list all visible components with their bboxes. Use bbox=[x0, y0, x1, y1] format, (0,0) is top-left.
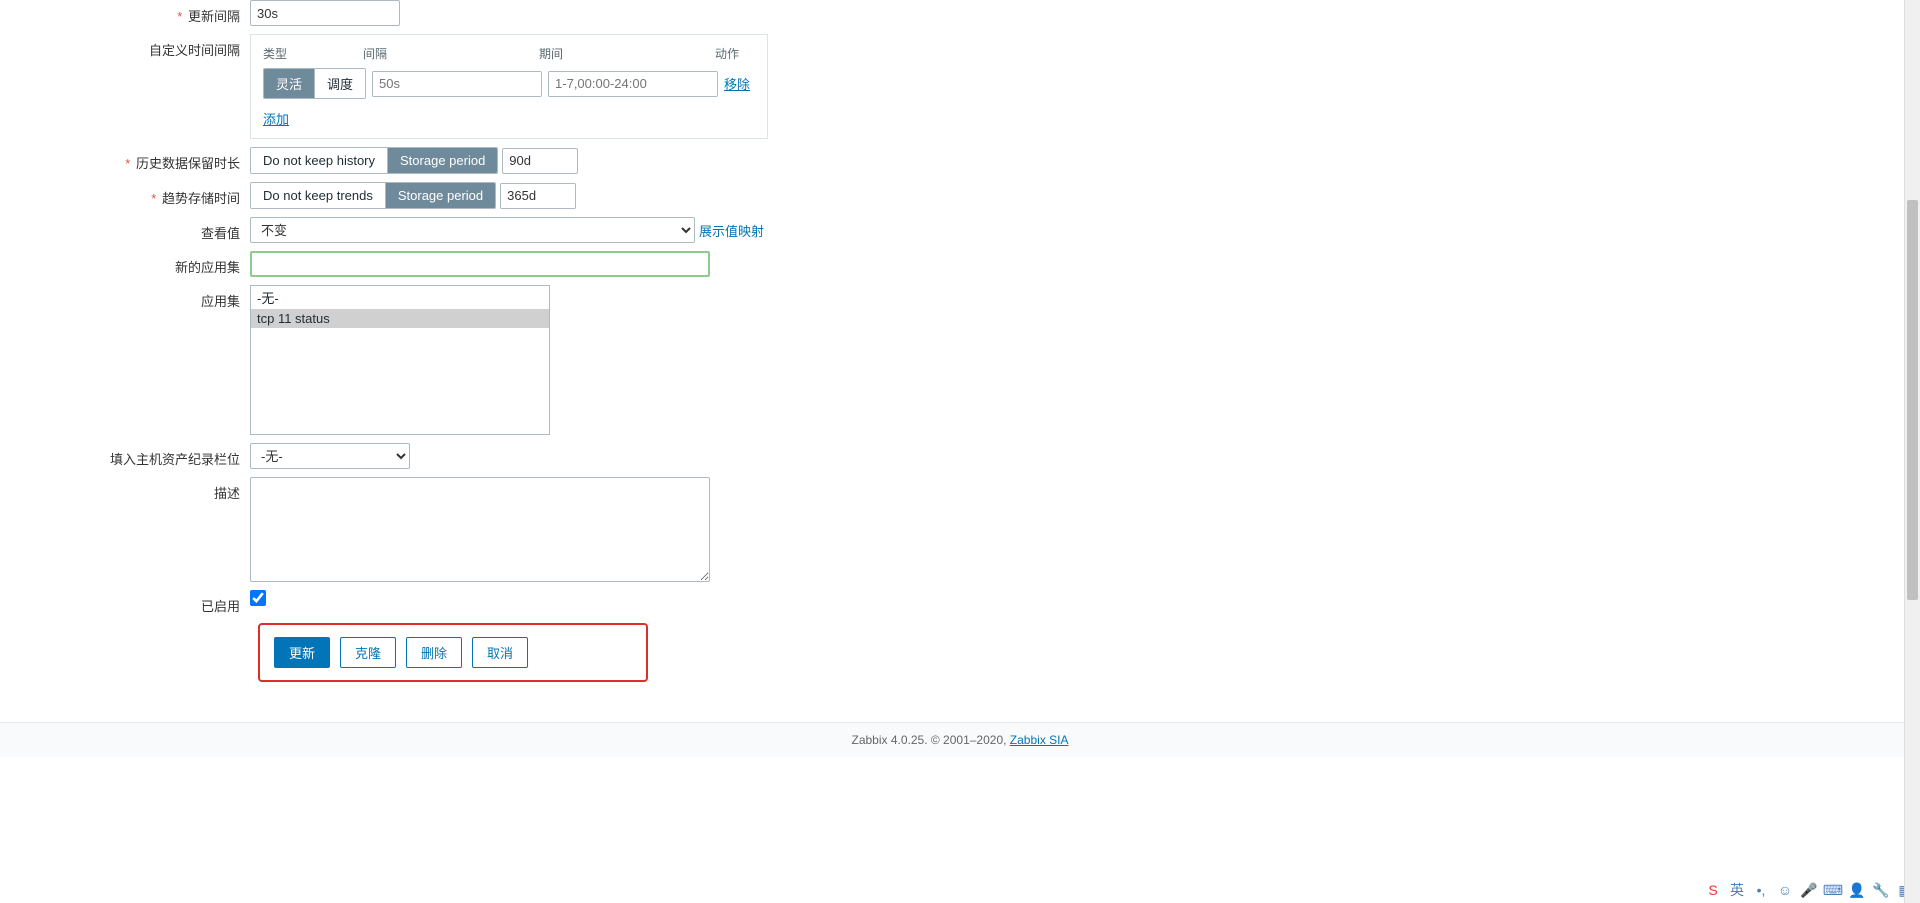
inventory-label: 填入主机资产纪录栏位 bbox=[0, 443, 250, 468]
scrollbar-thumb[interactable] bbox=[1907, 200, 1918, 600]
history-value-input[interactable] bbox=[502, 148, 578, 174]
mic-icon[interactable]: 🎤 bbox=[1800, 881, 1818, 899]
history-segment: Do not keep history Storage period bbox=[250, 147, 498, 174]
interval-type-segment: 灵活 调度 bbox=[263, 68, 366, 99]
interval-type-flexible[interactable]: 灵活 bbox=[264, 69, 314, 98]
ime-lang-icon[interactable]: 英 bbox=[1728, 881, 1746, 899]
trends-storage-button[interactable]: Storage period bbox=[385, 183, 495, 208]
update-button[interactable]: 更新 bbox=[274, 637, 330, 668]
remove-interval-link[interactable]: 移除 bbox=[724, 74, 750, 93]
history-storage-button[interactable]: Storage period bbox=[387, 148, 497, 173]
header-type: 类型 bbox=[263, 45, 363, 62]
emoji-icon[interactable]: ☺ bbox=[1776, 881, 1794, 899]
new-app-label: 新的应用集 bbox=[0, 251, 250, 276]
system-tray: S 英 •, ☺ 🎤 ⌨ 👤 🔧 ▦ bbox=[1704, 881, 1914, 899]
description-label: 描述 bbox=[0, 477, 250, 502]
view-value-select[interactable]: 不变 bbox=[250, 217, 695, 243]
sogou-icon[interactable]: S bbox=[1704, 881, 1722, 899]
cancel-button[interactable]: 取消 bbox=[472, 637, 528, 668]
inventory-select[interactable]: -无- bbox=[250, 443, 410, 469]
punct-icon[interactable]: •, bbox=[1752, 881, 1770, 899]
list-item[interactable]: tcp 11 status bbox=[251, 309, 549, 328]
period-value-input[interactable] bbox=[548, 71, 718, 97]
trends-segment: Do not keep trends Storage period bbox=[250, 182, 496, 209]
enabled-checkbox[interactable] bbox=[250, 590, 266, 606]
clone-button[interactable]: 克隆 bbox=[340, 637, 396, 668]
history-no-keep-button[interactable]: Do not keep history bbox=[251, 148, 387, 173]
enabled-label: 已启用 bbox=[0, 590, 250, 615]
update-interval-label: * 更新间隔 bbox=[0, 0, 250, 25]
view-value-label: 查看值 bbox=[0, 217, 250, 242]
trends-no-keep-button[interactable]: Do not keep trends bbox=[251, 183, 385, 208]
custom-intervals-label: 自定义时间间隔 bbox=[0, 34, 250, 59]
person-icon[interactable]: 👤 bbox=[1848, 881, 1866, 899]
custom-intervals-box: 类型 间隔 期间 动作 灵活 调度 移除 添加 bbox=[250, 34, 768, 139]
action-buttons-row: 更新 克隆 删除 取消 bbox=[258, 623, 648, 682]
trends-label: * 趋势存储时间 bbox=[0, 182, 250, 207]
list-item[interactable]: -无- bbox=[251, 286, 549, 309]
scrollbar[interactable] bbox=[1904, 0, 1920, 903]
header-interval: 间隔 bbox=[363, 45, 539, 62]
apps-label: 应用集 bbox=[0, 285, 250, 310]
header-period: 期间 bbox=[539, 45, 715, 62]
footer: Zabbix 4.0.25. © 2001–2020, Zabbix SIA bbox=[0, 722, 1920, 757]
interval-value-input[interactable] bbox=[372, 71, 542, 97]
new-app-input[interactable] bbox=[250, 251, 710, 277]
footer-link[interactable]: Zabbix SIA bbox=[1010, 733, 1069, 747]
update-interval-input[interactable] bbox=[250, 0, 400, 26]
trends-value-input[interactable] bbox=[500, 183, 576, 209]
footer-text: Zabbix 4.0.25. © 2001–2020, bbox=[852, 733, 1010, 747]
delete-button[interactable]: 删除 bbox=[406, 637, 462, 668]
tool-icon[interactable]: 🔧 bbox=[1872, 881, 1890, 899]
header-action: 动作 bbox=[715, 45, 755, 62]
apps-listbox[interactable]: -无- tcp 11 status bbox=[250, 285, 550, 435]
show-value-map-link[interactable]: 展示值映射 bbox=[699, 221, 764, 240]
interval-type-scheduling[interactable]: 调度 bbox=[314, 69, 365, 98]
description-textarea[interactable] bbox=[250, 477, 710, 582]
add-interval-link[interactable]: 添加 bbox=[263, 112, 289, 127]
history-label: * 历史数据保留时长 bbox=[0, 147, 250, 172]
keyboard-icon[interactable]: ⌨ bbox=[1824, 881, 1842, 899]
